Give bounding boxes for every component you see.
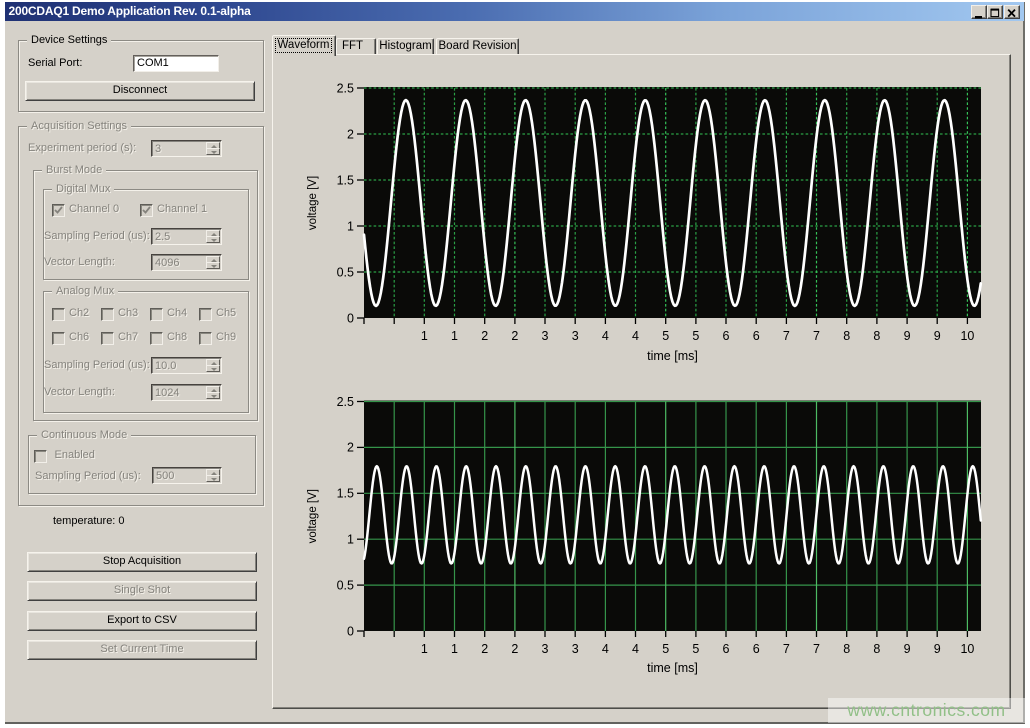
svg-text:2.5: 2.5: [337, 395, 354, 409]
svg-text:10: 10: [960, 642, 974, 656]
svg-text:3: 3: [572, 329, 579, 343]
svg-text:8: 8: [873, 329, 880, 343]
svg-text:8: 8: [843, 329, 850, 343]
svg-text:0.5: 0.5: [337, 265, 354, 279]
svg-text:2: 2: [481, 329, 488, 343]
svg-text:9: 9: [904, 642, 911, 656]
svg-text:1: 1: [451, 329, 458, 343]
svg-text:time [ms]: time [ms]: [647, 661, 698, 675]
svg-text:1.5: 1.5: [337, 487, 354, 501]
svg-text:9: 9: [934, 642, 941, 656]
svg-text:0: 0: [347, 311, 354, 325]
svg-text:5: 5: [662, 329, 669, 343]
svg-text:6: 6: [723, 329, 730, 343]
svg-text:4: 4: [632, 642, 639, 656]
svg-text:1: 1: [451, 642, 458, 656]
svg-text:5: 5: [692, 642, 699, 656]
svg-text:4: 4: [602, 329, 609, 343]
svg-text:5: 5: [692, 329, 699, 343]
svg-text:3: 3: [572, 642, 579, 656]
svg-text:1: 1: [421, 642, 428, 656]
svg-text:9: 9: [904, 329, 911, 343]
svg-text:4: 4: [602, 642, 609, 656]
svg-text:4: 4: [632, 329, 639, 343]
svg-text:1: 1: [347, 533, 354, 547]
svg-text:0.5: 0.5: [337, 578, 354, 592]
svg-text:2: 2: [481, 642, 488, 656]
svg-text:8: 8: [843, 642, 850, 656]
svg-text:9: 9: [934, 329, 941, 343]
svg-text:7: 7: [813, 329, 820, 343]
svg-text:1: 1: [421, 329, 428, 343]
svg-text:8: 8: [873, 642, 880, 656]
svg-text:voltage [V]: voltage [V]: [307, 176, 319, 230]
svg-text:2: 2: [347, 127, 354, 141]
svg-text:2: 2: [511, 642, 518, 656]
svg-text:time [ms]: time [ms]: [647, 349, 698, 363]
svg-text:6: 6: [753, 642, 760, 656]
svg-text:2: 2: [511, 329, 518, 343]
svg-text:7: 7: [783, 329, 790, 343]
svg-text:1: 1: [347, 219, 354, 233]
svg-text:3: 3: [542, 329, 549, 343]
svg-text:voltage [V]: voltage [V]: [307, 489, 319, 543]
svg-text:1.5: 1.5: [337, 173, 354, 187]
svg-text:6: 6: [753, 329, 760, 343]
svg-text:2: 2: [347, 441, 354, 455]
svg-text:7: 7: [813, 642, 820, 656]
svg-text:5: 5: [662, 642, 669, 656]
svg-text:2.5: 2.5: [337, 81, 354, 95]
svg-text:0: 0: [347, 624, 354, 638]
svg-text:10: 10: [960, 329, 974, 343]
svg-text:6: 6: [723, 642, 730, 656]
svg-text:3: 3: [542, 642, 549, 656]
svg-text:7: 7: [783, 642, 790, 656]
